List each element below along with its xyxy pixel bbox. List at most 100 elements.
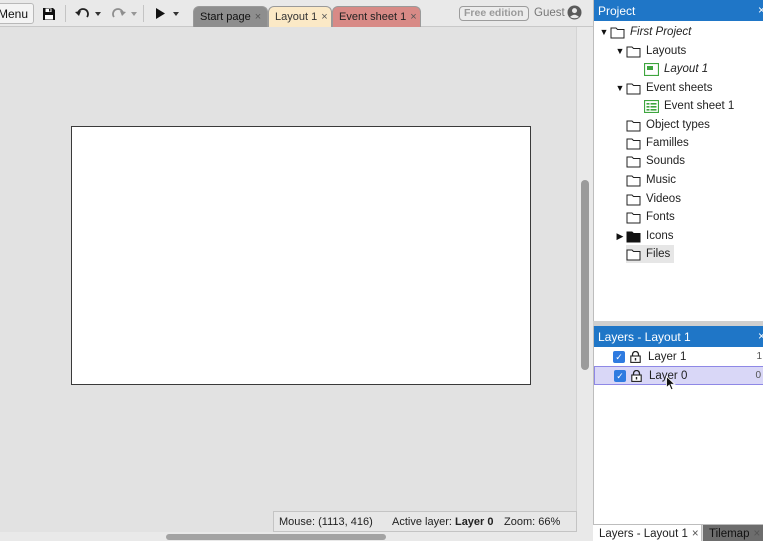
tree-label: Event sheet 1 (664, 100, 735, 112)
layer-index: 1 (756, 351, 762, 362)
tree-item-files[interactable]: Files (626, 245, 675, 263)
redo-button[interactable] (108, 3, 128, 24)
tree-label: First Project (630, 26, 692, 38)
tree-label: Icons (646, 230, 674, 242)
tab-layout-1[interactable]: Layout 1 × (268, 6, 332, 27)
folder-icon (626, 194, 641, 205)
expand-arrow-icon[interactable]: ▼ (614, 46, 626, 56)
tree-item-layouts[interactable]: ▼ Layouts (614, 42, 686, 60)
toolbar-separator (65, 5, 66, 22)
tab-label: Start page (200, 11, 251, 23)
vertical-scrollbar-thumb[interactable] (581, 180, 589, 370)
layer-index: 0 (755, 370, 761, 381)
tree-item-layout-1[interactable]: Layout 1 (644, 60, 708, 78)
tree-label: Videos (646, 193, 681, 205)
close-icon[interactable]: × (758, 3, 763, 17)
tree-item-fonts[interactable]: Fonts (626, 208, 675, 226)
horizontal-scrollbar-thumb[interactable] (166, 534, 386, 540)
play-icon (156, 8, 165, 19)
preview-dropdown[interactable] (171, 3, 181, 24)
user-icon[interactable] (567, 5, 582, 20)
panel-title: Project (598, 3, 636, 18)
lock-icon[interactable] (630, 350, 641, 363)
layer-name: Layer 1 (648, 350, 687, 363)
tree-label: Fonts (646, 211, 675, 223)
layer-row-layer-1[interactable]: ✓ Layer 1 1 (594, 347, 763, 366)
close-icon[interactable]: × (410, 11, 416, 23)
tree-label: Layout 1 (664, 63, 709, 75)
tree-item-sounds[interactable]: Sounds (626, 152, 685, 170)
save-button[interactable] (38, 3, 60, 24)
toolbar-separator (143, 5, 144, 22)
event-sheet-icon (644, 99, 659, 113)
chevron-down-icon (95, 11, 101, 16)
guest-label[interactable]: Guest (534, 7, 565, 19)
tree-label: Sounds (646, 155, 686, 167)
tree-item-event-sheets[interactable]: ▼ Event sheets (614, 79, 712, 97)
tree-label: Event sheets (646, 82, 713, 94)
close-icon[interactable]: × (255, 11, 261, 23)
expand-arrow-icon[interactable]: ▼ (598, 27, 610, 37)
tree-label: Layouts (646, 45, 687, 57)
tab-start-page[interactable]: Start page × (193, 6, 268, 27)
tree-item-videos[interactable]: Videos (626, 190, 681, 208)
chevron-down-icon (131, 11, 137, 16)
close-icon[interactable]: × (758, 329, 763, 343)
chevron-down-icon (173, 11, 179, 16)
tab-tilemap[interactable]: Tilemap × (703, 525, 763, 541)
tree-label: Files (646, 248, 671, 260)
zoom-level: Zoom: 66% (504, 515, 561, 528)
folder-icon (626, 156, 641, 167)
layers-panel: Layers - Layout 1 × ✓ Layer 1 1 ✓ Layer … (593, 326, 763, 524)
redo-dropdown[interactable] (129, 3, 139, 24)
active-layer-value: Layer 0 (454, 515, 494, 528)
folder-icon (626, 231, 641, 242)
tree-item-families[interactable]: Familles (626, 134, 689, 152)
close-icon[interactable]: × (753, 528, 760, 540)
tab-label: Tilemap (709, 527, 750, 540)
tree-item-music[interactable]: Music (626, 171, 676, 189)
horizontal-scrollbar[interactable] (0, 532, 593, 541)
redo-icon (111, 7, 126, 18)
tab-layers-layout-1[interactable]: Layers - Layout 1 × (593, 525, 702, 541)
save-icon (43, 7, 55, 20)
free-edition-badge[interactable]: Free edition (459, 6, 529, 21)
expand-arrow-icon[interactable]: ▼ (614, 83, 626, 93)
tree-item-icons[interactable]: ▶ Icons (614, 227, 674, 245)
vertical-scrollbar[interactable] (576, 27, 593, 532)
undo-icon (74, 7, 89, 18)
tree-item-first-project[interactable]: ▼ First Project (598, 23, 691, 41)
undo-button[interactable] (72, 3, 92, 24)
panel-title: Layers - Layout 1 (598, 329, 691, 344)
tab-label: Layers - Layout 1 (599, 527, 688, 540)
folder-icon (626, 249, 641, 260)
layout-area-rectangle[interactable] (71, 126, 531, 385)
close-icon[interactable]: × (692, 528, 699, 540)
layer-row-layer-0[interactable]: ✓ Layer 0 0 (594, 366, 763, 385)
folder-icon (626, 138, 641, 149)
layers-panel-header[interactable]: Layers - Layout 1 × (594, 326, 763, 347)
lock-icon[interactable] (631, 369, 642, 382)
undo-dropdown[interactable] (93, 3, 103, 24)
menu-button[interactable]: Menu (0, 3, 34, 24)
active-layer-status: Active layer: Layer 0 (392, 516, 504, 528)
folder-icon (626, 212, 641, 223)
close-icon[interactable]: × (321, 11, 327, 23)
tree-item-event-sheet-1[interactable]: Event sheet 1 (644, 97, 734, 115)
folder-icon (626, 46, 641, 57)
tab-label: Event sheet 1 (339, 11, 407, 23)
tree-label: Music (646, 174, 677, 186)
tab-event-sheet-1[interactable]: Event sheet 1 × (332, 6, 421, 27)
folder-icon (610, 27, 625, 38)
expand-arrow-icon[interactable]: ▶ (614, 231, 626, 242)
folder-icon (626, 83, 641, 94)
folder-icon (626, 175, 641, 186)
project-panel: Project × ▼ First Project ▼ Layouts Layo… (593, 0, 763, 321)
visibility-checkbox[interactable]: ✓ (614, 369, 626, 382)
visibility-checkbox[interactable]: ✓ (613, 350, 625, 363)
status-bar: Mouse: (1113, 416) Active layer: Layer 0… (273, 511, 577, 532)
tree-item-object-types[interactable]: Object types (626, 116, 710, 134)
preview-play-button[interactable] (151, 3, 169, 24)
tree-label: Object types (646, 119, 710, 131)
project-panel-header[interactable]: Project × (594, 0, 763, 21)
